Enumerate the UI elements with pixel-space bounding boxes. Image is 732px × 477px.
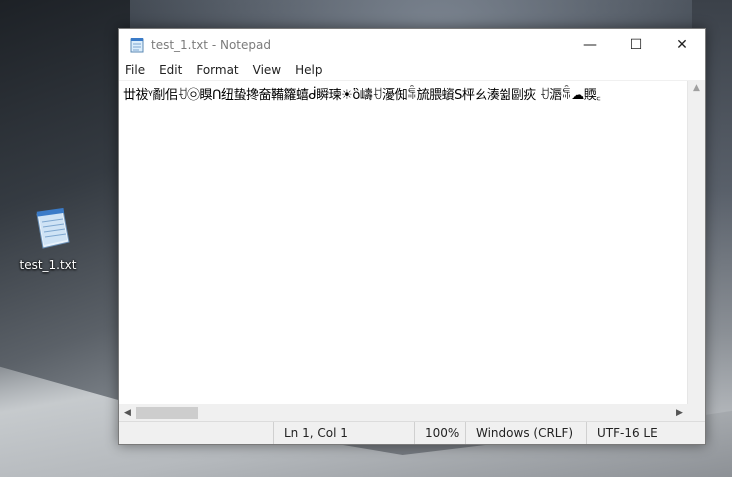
close-button[interactable]: ✕ [659, 29, 705, 60]
status-bar: Ln 1, Col 1 100% Windows (CRLF) UTF-16 L… [119, 421, 705, 444]
maximize-button[interactable]: ☐ [613, 29, 659, 60]
status-line-ending: Windows (CRLF) [465, 422, 586, 444]
desktop-file-icon[interactable]: test_1.txt [16, 207, 80, 278]
horizontal-scrollbar[interactable]: ◀ ▶ [119, 404, 705, 421]
status-spacer [119, 422, 273, 444]
desktop-icon-label: test_1.txt [19, 258, 77, 272]
minimize-button[interactable]: — [567, 29, 613, 60]
status-encoding: UTF-16 LE [586, 422, 705, 444]
menu-view[interactable]: View [246, 63, 288, 77]
editor-area: 丗祓ᵞ劀佀ꀀ㉧瞁ᑎ纽蛰搀奤鞴籮蟢ᑰ瞬瑓☀ὃ嶹ꀀ瀀倁ꁃ旈腲蠀Ѕ枰ㄠ湊쓂剾疢 ꀀ滣ꁃ… [119, 80, 705, 404]
scroll-right-icon[interactable]: ▶ [671, 408, 688, 418]
scrollbar-corner [688, 404, 705, 421]
menu-edit[interactable]: Edit [152, 63, 189, 77]
notepad-window: test_1.txt - Notepad — ☐ ✕ File Edit For… [118, 28, 706, 445]
notepad-icon [129, 37, 145, 53]
document-text: 丗祓ᵞ劀佀ꀀ㉧瞁ᑎ纽蛰搀奤鞴籮蟢ᑰ瞬瑓☀ὃ嶹ꀀ瀀倁ꁃ旈腲蠀Ѕ枰ㄠ湊쓂剾疢 ꀀ滣ꁃ… [123, 88, 601, 103]
notepad-file-icon [29, 207, 70, 249]
title-bar[interactable]: test_1.txt - Notepad — ☐ ✕ [119, 29, 705, 60]
scroll-left-icon[interactable]: ◀ [119, 408, 136, 418]
horizontal-scroll-track[interactable] [136, 404, 671, 421]
menu-format[interactable]: Format [189, 63, 245, 77]
vertical-scrollbar[interactable]: ▲ [687, 81, 705, 404]
menu-help[interactable]: Help [288, 63, 329, 77]
scroll-up-icon[interactable]: ▲ [688, 83, 705, 93]
menu-file[interactable]: File [119, 63, 152, 77]
menu-bar: File Edit Format View Help [119, 60, 705, 80]
window-title: test_1.txt - Notepad [151, 37, 271, 52]
horizontal-scroll-thumb[interactable] [136, 407, 198, 419]
text-editor[interactable]: 丗祓ᵞ劀佀ꀀ㉧瞁ᑎ纽蛰搀奤鞴籮蟢ᑰ瞬瑓☀ὃ嶹ꀀ瀀倁ꁃ旈腲蠀Ѕ枰ㄠ湊쓂剾疢 ꀀ滣ꁃ… [119, 81, 687, 404]
status-position: Ln 1, Col 1 [273, 422, 414, 444]
status-zoom: 100% [414, 422, 465, 444]
